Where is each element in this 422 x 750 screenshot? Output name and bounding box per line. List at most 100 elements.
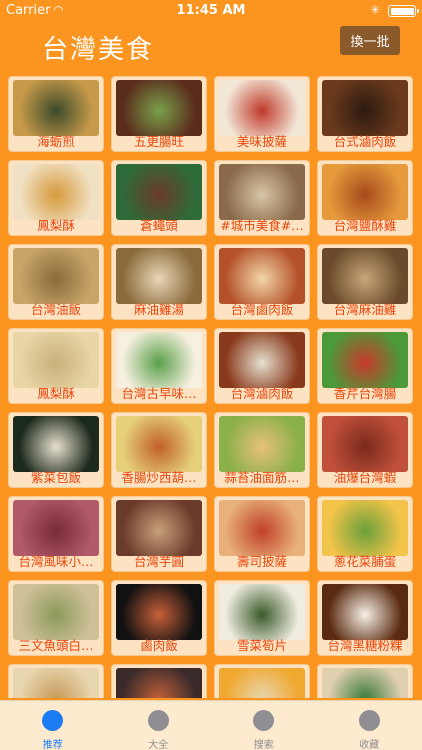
food-card[interactable] [111, 664, 207, 698]
food-label: 鹵肉飯 [140, 638, 178, 653]
food-label: 台灣滷肉飯 [230, 386, 294, 401]
salmon-head-soup-photo [13, 584, 99, 640]
tab-icon [42, 710, 64, 731]
food-card[interactable]: 美味披薩 [214, 76, 310, 152]
food-card[interactable]: 三文魚頭白… [8, 580, 104, 656]
food-label: 台式滷肉飯 [333, 134, 397, 149]
tab-2[interactable]: 搜索 [211, 701, 317, 750]
status-bar: Carrier ◠ 11:45 AM ✳ [0, 0, 422, 20]
seaweed-rice-roll-photo [13, 416, 99, 472]
tab-icon [147, 710, 169, 731]
pork-rice-bowl-2-photo [219, 332, 305, 388]
food-card[interactable] [317, 664, 413, 698]
page-title: 台灣美食 [42, 35, 155, 65]
food-card[interactable]: 鹵肉飯 [111, 580, 207, 656]
food-card[interactable]: 油爆台灣蝦 [317, 412, 413, 488]
food-card[interactable]: 五更腸旺 [111, 76, 207, 152]
food-label: 台灣鹵肉飯 [230, 302, 294, 317]
pineapple-cake-2-photo [13, 332, 99, 388]
braised-rice-photo [116, 584, 202, 640]
food-card[interactable]: 海蛎煎 [8, 76, 104, 152]
food-label: 油爆台灣蝦 [333, 470, 397, 485]
food-label: 鳳梨酥 [37, 218, 75, 233]
fly-head-stir-fry-photo [116, 164, 202, 220]
pineapple-cake-photo [13, 164, 99, 220]
food-card[interactable]: 台灣鹵肉飯 [214, 244, 310, 320]
bamboo-shoot-photo [219, 584, 305, 640]
food-card[interactable]: 蒜苔油面筋… [214, 412, 310, 488]
intestine-stew-photo [116, 80, 202, 136]
food-card[interactable]: 台灣滷肉飯 [214, 328, 310, 404]
brown-sugar-jelly-photo [322, 584, 408, 640]
food-card[interactable]: 麻油雞湯 [111, 244, 207, 320]
city-food-soup-photo [219, 164, 305, 220]
tab-bar: 推荐 大全 搜索 收藏 [0, 700, 422, 750]
food-card[interactable]: 台灣油飯 [8, 244, 104, 320]
food-card[interactable]: 紫菜包飯 [8, 412, 104, 488]
food-label: 台灣芋圓 [133, 554, 184, 569]
tab-label: 搜索 [253, 740, 274, 750]
refresh-button[interactable]: 換一批 [340, 26, 400, 55]
food-card[interactable]: 台灣麻油雞 [317, 244, 413, 320]
food-card[interactable]: 鳳梨酥 [8, 160, 104, 236]
tab-label: 收藏 [359, 740, 380, 750]
food-label: 台灣風味小… [18, 554, 94, 569]
food-label: 麻油雞湯 [133, 302, 184, 317]
food-card[interactable]: 台灣黑糖粉粿 [317, 580, 413, 656]
food-card[interactable]: 香芹台灣腸 [317, 328, 413, 404]
taro-balls-photo [116, 500, 202, 556]
food-card[interactable]: 台灣古早味… [111, 328, 207, 404]
food-label: 台灣古早味… [121, 386, 197, 401]
food-label: 三文魚頭白… [18, 638, 94, 653]
food-label: 雪菜筍片 [236, 638, 287, 653]
food-label: 蒼蠅頭 [140, 218, 178, 233]
tab-0[interactable]: 推荐 [0, 701, 106, 750]
status-time: 11:45 AM [176, 3, 246, 18]
food-card[interactable]: 蔥花菜脯蛋 [317, 496, 413, 572]
celery-sausage-photo [322, 332, 408, 388]
tab-label: 推荐 [42, 740, 63, 750]
food-card[interactable]: 台灣鹽酥雞 [317, 160, 413, 236]
tab-3[interactable]: 收藏 [317, 701, 422, 750]
partial-photo-1 [13, 668, 99, 698]
tab-label: 大全 [148, 740, 169, 750]
food-label: 紫菜包飯 [30, 470, 81, 485]
food-label: 海蛎煎 [37, 134, 75, 149]
food-card[interactable]: 台灣風味小… [8, 496, 104, 572]
partial-photo-2 [116, 668, 202, 698]
food-card[interactable]: 鳳梨酥 [8, 328, 104, 404]
food-card[interactable]: #城市美食#… [214, 160, 310, 236]
sesame-chicken-photo [322, 248, 408, 304]
food-label: 香芹台灣腸 [333, 386, 397, 401]
oil-rice-photo [13, 248, 99, 304]
food-card[interactable]: 台灣芋圓 [111, 496, 207, 572]
food-label: 台灣油飯 [30, 302, 81, 317]
braised-pork-rice-photo [322, 80, 408, 136]
food-card[interactable]: 雪菜筍片 [214, 580, 310, 656]
food-label: 壽司披薩 [236, 554, 287, 569]
food-card[interactable] [8, 664, 104, 698]
fried-shrimp-photo [322, 416, 408, 472]
food-label: 蔥花菜脯蛋 [333, 554, 397, 569]
partial-photo-4 [322, 668, 408, 698]
food-card[interactable]: 壽司披薩 [214, 496, 310, 572]
food-label: 香腸炒西葫… [121, 470, 197, 485]
food-label: 台灣麻油雞 [333, 302, 397, 317]
food-card[interactable] [214, 664, 310, 698]
sausages-photo [13, 500, 99, 556]
bluetooth-icon: ✳ [369, 3, 380, 17]
tab-1[interactable]: 大全 [106, 701, 212, 750]
nav-bar: 台灣美食 換一批 [0, 20, 422, 70]
tab-icon [358, 710, 380, 731]
food-label: 蒜苔油面筋… [224, 470, 300, 485]
sesame-chicken-soup-photo [116, 248, 202, 304]
food-label: 台灣鹽酥雞 [333, 218, 397, 233]
scallion-omelette-photo [322, 500, 408, 556]
food-card[interactable]: 蒼蠅頭 [111, 160, 207, 236]
food-card[interactable]: 台式滷肉飯 [317, 76, 413, 152]
battery-icon [388, 5, 419, 17]
food-label: 五更腸旺 [133, 134, 184, 149]
sushi-pizza-photo [219, 500, 305, 556]
oyster-omelette-photo [13, 80, 99, 136]
food-card[interactable]: 香腸炒西葫… [111, 412, 207, 488]
